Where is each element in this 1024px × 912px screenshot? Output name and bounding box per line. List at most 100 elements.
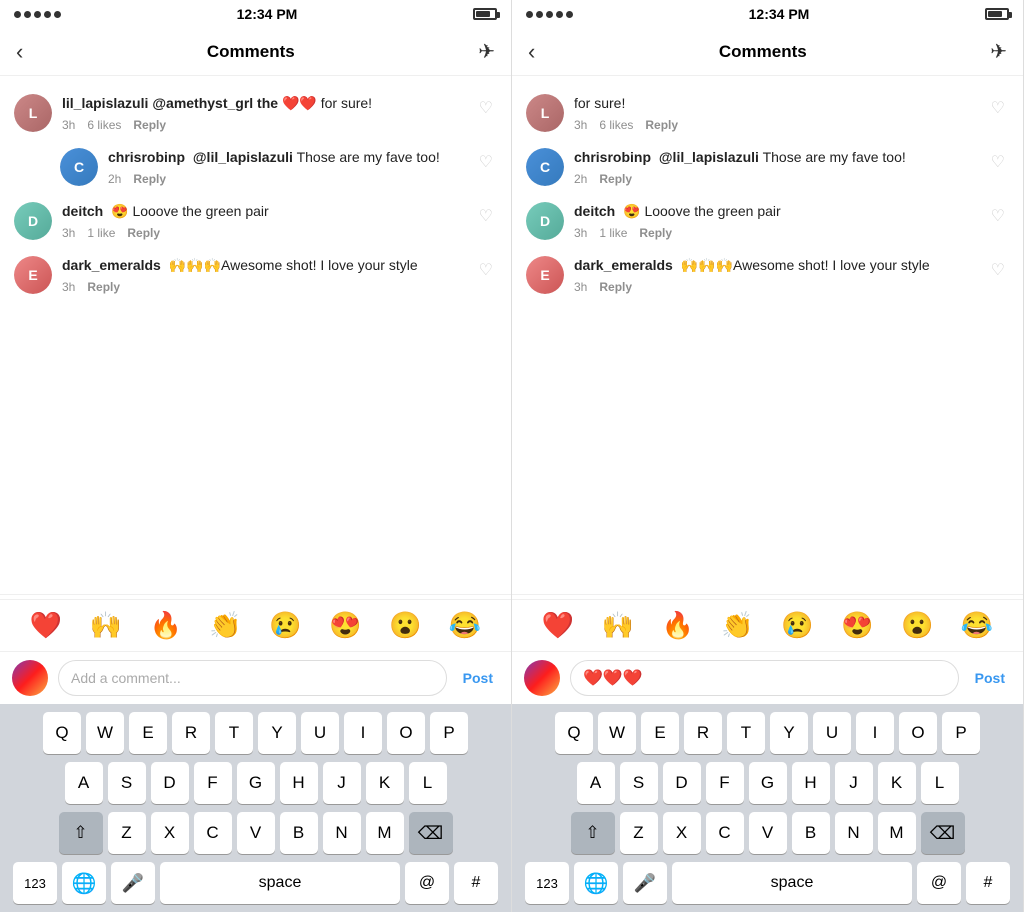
key-d-right[interactable]: D <box>663 762 701 804</box>
send-icon-right[interactable]: ✈ <box>990 39 1007 64</box>
key-x-left[interactable]: X <box>151 812 189 854</box>
like-icon-2[interactable]: ♡ <box>475 148 497 176</box>
key-l-left[interactable]: L <box>409 762 447 804</box>
key-z-left[interactable]: Z <box>108 812 146 854</box>
key-k-left[interactable]: K <box>366 762 404 804</box>
username-3[interactable]: deitch <box>62 203 103 219</box>
username-r4[interactable]: dark_emeralds <box>574 257 673 273</box>
key-globe-left[interactable]: 🌐 <box>62 862 106 904</box>
comment-input-box-left[interactable]: Add a comment... <box>58 660 447 696</box>
shift-key-right[interactable]: ⇧ <box>571 812 615 854</box>
key-at-right[interactable]: @ <box>917 862 961 904</box>
key-h-left[interactable]: H <box>280 762 318 804</box>
key-m-left[interactable]: M <box>366 812 404 854</box>
reply-btn-3[interactable]: Reply <box>127 226 160 240</box>
emoji-hands-right[interactable]: 🙌 <box>602 610 634 641</box>
key-u-left[interactable]: U <box>301 712 339 754</box>
key-b-right[interactable]: B <box>792 812 830 854</box>
key-y-left[interactable]: Y <box>258 712 296 754</box>
key-l-right[interactable]: L <box>921 762 959 804</box>
key-v-right[interactable]: V <box>749 812 787 854</box>
key-m-right[interactable]: M <box>878 812 916 854</box>
key-h-right[interactable]: H <box>792 762 830 804</box>
reply-btn-1[interactable]: Reply <box>133 118 166 132</box>
post-button-right[interactable]: Post <box>969 666 1011 690</box>
key-r-left[interactable]: R <box>172 712 210 754</box>
key-v-left[interactable]: V <box>237 812 275 854</box>
emoji-heart-left[interactable]: ❤️ <box>30 610 62 641</box>
key-p-left[interactable]: P <box>430 712 468 754</box>
key-space-left[interactable]: space <box>160 862 400 904</box>
like-icon-4[interactable]: ♡ <box>475 256 497 284</box>
key-i-right[interactable]: I <box>856 712 894 754</box>
back-button-right[interactable]: ‹ <box>528 39 535 65</box>
key-j-right[interactable]: J <box>835 762 873 804</box>
key-a-left[interactable]: A <box>65 762 103 804</box>
key-t-right[interactable]: T <box>727 712 765 754</box>
reply-btn-r2[interactable]: Reply <box>599 172 632 186</box>
delete-key-right[interactable]: ⌫ <box>921 812 965 854</box>
key-p-right[interactable]: P <box>942 712 980 754</box>
key-w-right[interactable]: W <box>598 712 636 754</box>
key-k-right[interactable]: K <box>878 762 916 804</box>
emoji-laugh-right[interactable]: 😂 <box>961 610 993 641</box>
like-icon-3[interactable]: ♡ <box>475 202 497 230</box>
avatar-r2[interactable]: C <box>526 148 564 186</box>
key-123-left[interactable]: 123 <box>13 862 57 904</box>
key-q-right[interactable]: Q <box>555 712 593 754</box>
key-n-left[interactable]: N <box>323 812 361 854</box>
emoji-hands-left[interactable]: 🙌 <box>90 610 122 641</box>
delete-key-left[interactable]: ⌫ <box>409 812 453 854</box>
username-1[interactable]: lil_lapislazuli <box>62 95 148 111</box>
back-button-left[interactable]: ‹ <box>16 39 23 65</box>
key-t-left[interactable]: T <box>215 712 253 754</box>
post-button-left[interactable]: Post <box>457 666 499 690</box>
key-at-left[interactable]: @ <box>405 862 449 904</box>
send-icon-left[interactable]: ✈ <box>478 39 495 64</box>
emoji-fire-left[interactable]: 🔥 <box>150 610 182 641</box>
key-s-left[interactable]: S <box>108 762 146 804</box>
key-q-left[interactable]: Q <box>43 712 81 754</box>
key-space-right[interactable]: space <box>672 862 912 904</box>
key-hash-right[interactable]: # <box>966 862 1010 904</box>
avatar-r3[interactable]: D <box>526 202 564 240</box>
key-b-left[interactable]: B <box>280 812 318 854</box>
avatar-deitch[interactable]: D <box>14 202 52 240</box>
emoji-heart-right[interactable]: ❤️ <box>542 610 574 641</box>
key-j-left[interactable]: J <box>323 762 361 804</box>
key-y-right[interactable]: Y <box>770 712 808 754</box>
comment-input-box-right[interactable]: ❤️❤️❤️ <box>570 660 959 696</box>
key-n-right[interactable]: N <box>835 812 873 854</box>
key-f-right[interactable]: F <box>706 762 744 804</box>
like-icon-r2[interactable]: ♡ <box>987 148 1009 176</box>
reply-btn-2[interactable]: Reply <box>133 172 166 186</box>
like-icon-r4[interactable]: ♡ <box>987 256 1009 284</box>
key-c-right[interactable]: C <box>706 812 744 854</box>
key-x-right[interactable]: X <box>663 812 701 854</box>
emoji-love-left[interactable]: 😍 <box>329 610 361 641</box>
key-g-right[interactable]: G <box>749 762 787 804</box>
username-r3[interactable]: deitch <box>574 203 615 219</box>
key-o-right[interactable]: O <box>899 712 937 754</box>
key-o-left[interactable]: O <box>387 712 425 754</box>
key-e-left[interactable]: E <box>129 712 167 754</box>
emoji-cry-right[interactable]: 😢 <box>781 610 813 641</box>
username-2[interactable]: chrisrobinp <box>108 149 185 165</box>
key-mic-left[interactable]: 🎤 <box>111 862 155 904</box>
key-w-left[interactable]: W <box>86 712 124 754</box>
avatar-chris[interactable]: C <box>60 148 98 186</box>
key-globe-right[interactable]: 🌐 <box>574 862 618 904</box>
key-u-right[interactable]: U <box>813 712 851 754</box>
key-hash-left[interactable]: # <box>454 862 498 904</box>
emoji-fire-right[interactable]: 🔥 <box>662 610 694 641</box>
key-c-left[interactable]: C <box>194 812 232 854</box>
key-r-right[interactable]: R <box>684 712 722 754</box>
reply-btn-4[interactable]: Reply <box>87 280 120 294</box>
avatar-lil[interactable]: L <box>14 94 52 132</box>
emoji-love-right[interactable]: 😍 <box>841 610 873 641</box>
emoji-wow-left[interactable]: 😮 <box>389 610 421 641</box>
emoji-clap-left[interactable]: 👏 <box>209 610 241 641</box>
emoji-clap-right[interactable]: 👏 <box>721 610 753 641</box>
like-icon-1[interactable]: ♡ <box>475 94 497 122</box>
like-icon-r3[interactable]: ♡ <box>987 202 1009 230</box>
